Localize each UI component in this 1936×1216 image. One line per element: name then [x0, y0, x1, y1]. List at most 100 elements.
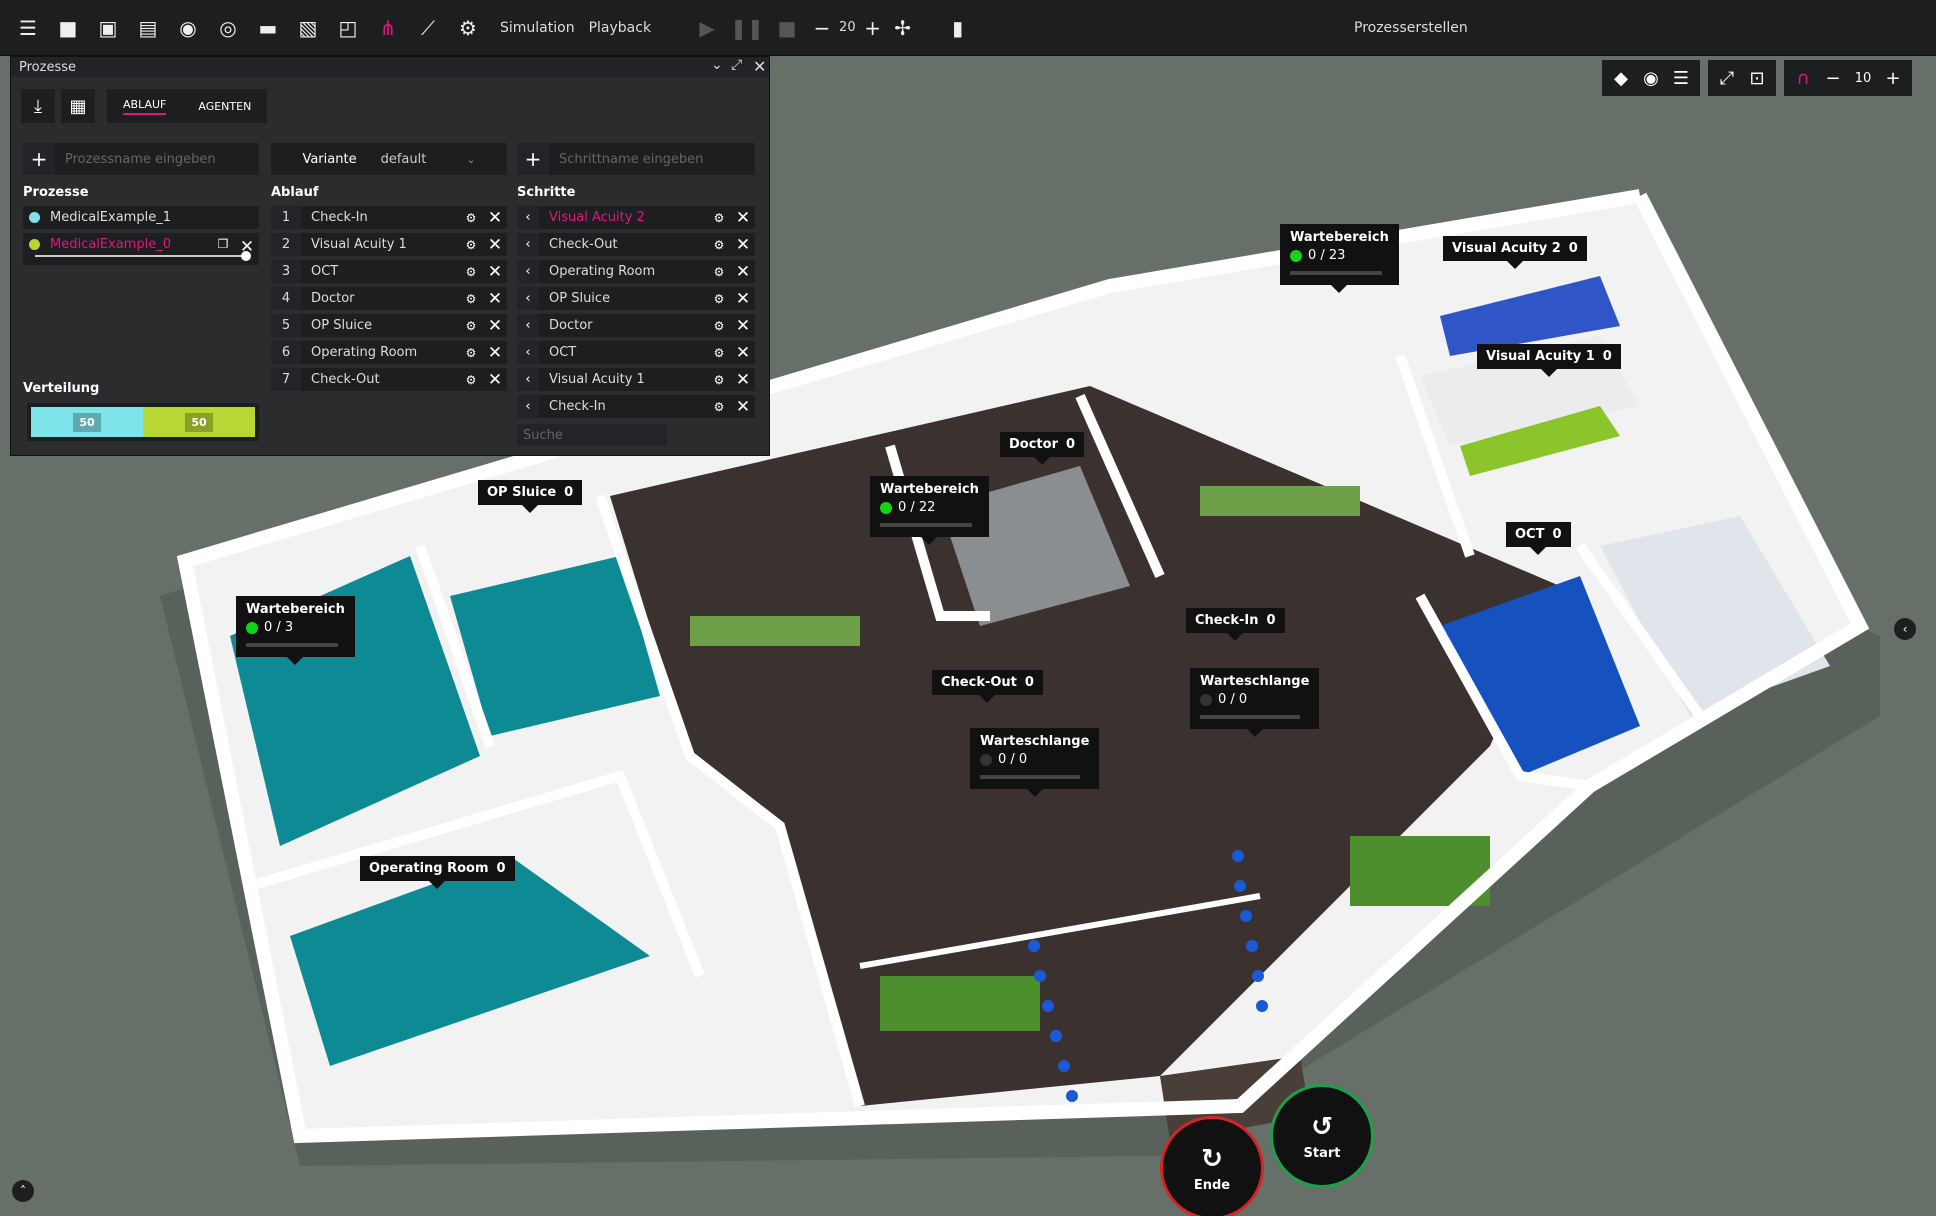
- close-icon[interactable]: ✕: [731, 316, 755, 336]
- step-item[interactable]: ‹ Visual Acuity 2 ⚙ ✕: [517, 206, 755, 229]
- eye-icon[interactable]: ◉: [1636, 60, 1666, 96]
- speed-increase-icon[interactable]: +: [858, 0, 888, 56]
- waiting-area-label[interactable]: Wartebereich 0 / 23: [1280, 224, 1399, 293]
- pointer-icon[interactable]: ◆: [1606, 60, 1636, 96]
- copy-icon[interactable]: ❐: [211, 237, 235, 251]
- process-graph-icon[interactable]: ⋔: [368, 0, 408, 56]
- distribution-segment[interactable]: 50: [143, 407, 255, 437]
- gear-icon[interactable]: ⚙: [707, 211, 731, 225]
- gear-icon[interactable]: ⚙: [707, 292, 731, 306]
- flow-step[interactable]: 6 Operating Room ⚙ ✕: [271, 341, 507, 364]
- chevron-up-icon[interactable]: ˄: [12, 1180, 34, 1202]
- close-icon[interactable]: ✕: [483, 370, 507, 390]
- distribution-bar[interactable]: 50 50: [27, 403, 259, 441]
- analytics-icon[interactable]: ⟋: [408, 0, 448, 56]
- chevron-left-icon[interactable]: ‹: [517, 395, 539, 418]
- flow-step[interactable]: 2 Visual Acuity 1 ⚙ ✕: [271, 233, 507, 256]
- process-name-input[interactable]: + Prozessname eingeben: [23, 143, 259, 175]
- queue-label[interactable]: Warteschlange 0 / 0: [1190, 668, 1320, 737]
- step-item[interactable]: ‹ Operating Room ⚙ ✕: [517, 260, 755, 283]
- gear-icon[interactable]: ⚙: [459, 373, 483, 387]
- chevron-left-icon[interactable]: ‹: [517, 341, 539, 364]
- chevron-left-icon[interactable]: ‹: [517, 287, 539, 310]
- room-label-doctor[interactable]: Doctor 0: [1000, 432, 1085, 465]
- speed-decrease-icon[interactable]: −: [807, 0, 837, 56]
- step-item[interactable]: ‹ Doctor ⚙ ✕: [517, 314, 755, 337]
- chevron-left-icon[interactable]: ‹: [1894, 618, 1916, 640]
- gear-icon[interactable]: ⚙: [459, 211, 483, 225]
- end-button[interactable]: ↻ Ende: [1160, 1116, 1264, 1216]
- process-slider[interactable]: [35, 255, 247, 257]
- download-icon[interactable]: ⤓: [21, 89, 55, 123]
- settings-gear-icon[interactable]: ⚙: [448, 0, 488, 56]
- room-label-op-sluice[interactable]: OP Sluice 0: [478, 480, 583, 513]
- gear-icon[interactable]: ⚙: [707, 346, 731, 360]
- pause-icon[interactable]: ❚❚: [727, 0, 767, 56]
- close-icon[interactable]: ✕: [483, 208, 507, 228]
- close-icon[interactable]: ✕: [731, 343, 755, 363]
- gear-icon[interactable]: ⚙: [459, 238, 483, 252]
- close-icon[interactable]: ✕: [483, 316, 507, 336]
- simulation-menu[interactable]: Simulation: [488, 0, 587, 56]
- step-item[interactable]: ‹ OCT ⚙ ✕: [517, 341, 755, 364]
- gear-icon[interactable]: ⚙: [459, 346, 483, 360]
- step-name-input[interactable]: + Schrittname eingeben: [517, 143, 755, 175]
- close-icon[interactable]: ✕: [753, 57, 766, 76]
- room-label-oct[interactable]: OCT 0: [1506, 522, 1571, 555]
- waiting-area-label[interactable]: Wartebereich 0 / 22: [870, 476, 989, 545]
- slider-handle[interactable]: [241, 251, 251, 261]
- add-step-icon[interactable]: +: [517, 143, 549, 175]
- table-icon[interactable]: ▦: [61, 89, 95, 123]
- gear-icon[interactable]: ⚙: [707, 373, 731, 387]
- tab-agenten[interactable]: AGENTEN: [182, 89, 267, 123]
- list-icon[interactable]: ☰: [1666, 60, 1696, 96]
- close-icon[interactable]: ✕: [731, 289, 755, 309]
- flow-step[interactable]: 7 Check-Out ⚙ ✕: [271, 368, 507, 391]
- close-icon[interactable]: ✕: [731, 262, 755, 282]
- process-item[interactable]: MedicalExample_1: [23, 206, 259, 229]
- statistics-icon[interactable]: ▮: [938, 0, 978, 56]
- zoom-in-icon[interactable]: +: [1878, 60, 1908, 96]
- menu-icon[interactable]: ☰: [8, 0, 48, 56]
- clapperboard-icon[interactable]: ▬: [248, 0, 288, 56]
- room-label-check-out[interactable]: Check-Out 0: [932, 670, 1043, 703]
- folder-icon[interactable]: ■: [48, 0, 88, 56]
- expand-icon[interactable]: ⤢: [731, 57, 742, 73]
- flow-step[interactable]: 4 Doctor ⚙ ✕: [271, 287, 507, 310]
- gear-icon[interactable]: ⚙: [707, 319, 731, 333]
- close-icon[interactable]: ✕: [483, 262, 507, 282]
- queue-label[interactable]: Warteschlange 0 / 0: [970, 728, 1100, 797]
- chevron-left-icon[interactable]: ‹: [517, 206, 539, 229]
- distribution-segment[interactable]: 50: [31, 407, 143, 437]
- room-label-visual-acuity-2[interactable]: Visual Acuity 20: [1443, 236, 1587, 269]
- fullscreen-icon[interactable]: ⤢: [1712, 60, 1742, 96]
- close-icon[interactable]: ✕: [731, 235, 755, 255]
- room-label-check-in[interactable]: Check-In 0: [1186, 608, 1285, 641]
- process-item-selected[interactable]: MedicalExample_0 ❐ ✕: [23, 233, 259, 265]
- gear-icon[interactable]: ⚙: [707, 400, 731, 414]
- close-icon[interactable]: ✕: [483, 343, 507, 363]
- gallery-icon[interactable]: ▧: [288, 0, 328, 56]
- camera-icon[interactable]: ◉: [168, 0, 208, 56]
- chevron-left-icon[interactable]: ‹: [517, 260, 539, 283]
- magnet-icon[interactable]: ∩: [1788, 60, 1818, 96]
- room-label-operating-room[interactable]: Operating Room 0: [360, 856, 515, 889]
- focus-icon[interactable]: ⊡: [1742, 60, 1772, 96]
- add-process-icon[interactable]: +: [23, 143, 55, 175]
- chevron-left-icon[interactable]: ‹: [517, 368, 539, 391]
- chevron-left-icon[interactable]: ‹: [517, 233, 539, 256]
- step-item[interactable]: ‹ Check-In ⚙ ✕: [517, 395, 755, 418]
- chevron-down-icon[interactable]: ⌄: [711, 57, 723, 73]
- gear-icon[interactable]: ⚙: [707, 265, 731, 279]
- gear-icon[interactable]: ⚙: [459, 319, 483, 333]
- stop-icon[interactable]: ■: [767, 0, 807, 56]
- close-icon[interactable]: ✕: [731, 397, 755, 417]
- gear-icon[interactable]: ⚙: [459, 265, 483, 279]
- tab-ablauf[interactable]: ABLAUF: [107, 89, 182, 123]
- save-icon[interactable]: ▣: [88, 0, 128, 56]
- save-as-icon[interactable]: ▤: [128, 0, 168, 56]
- step-item[interactable]: ‹ OP Sluice ⚙ ✕: [517, 287, 755, 310]
- speed-boost-icon[interactable]: ✢: [888, 0, 918, 56]
- waiting-area-label[interactable]: Wartebereich 0 / 3: [236, 596, 355, 665]
- flow-step[interactable]: 5 OP Sluice ⚙ ✕: [271, 314, 507, 337]
